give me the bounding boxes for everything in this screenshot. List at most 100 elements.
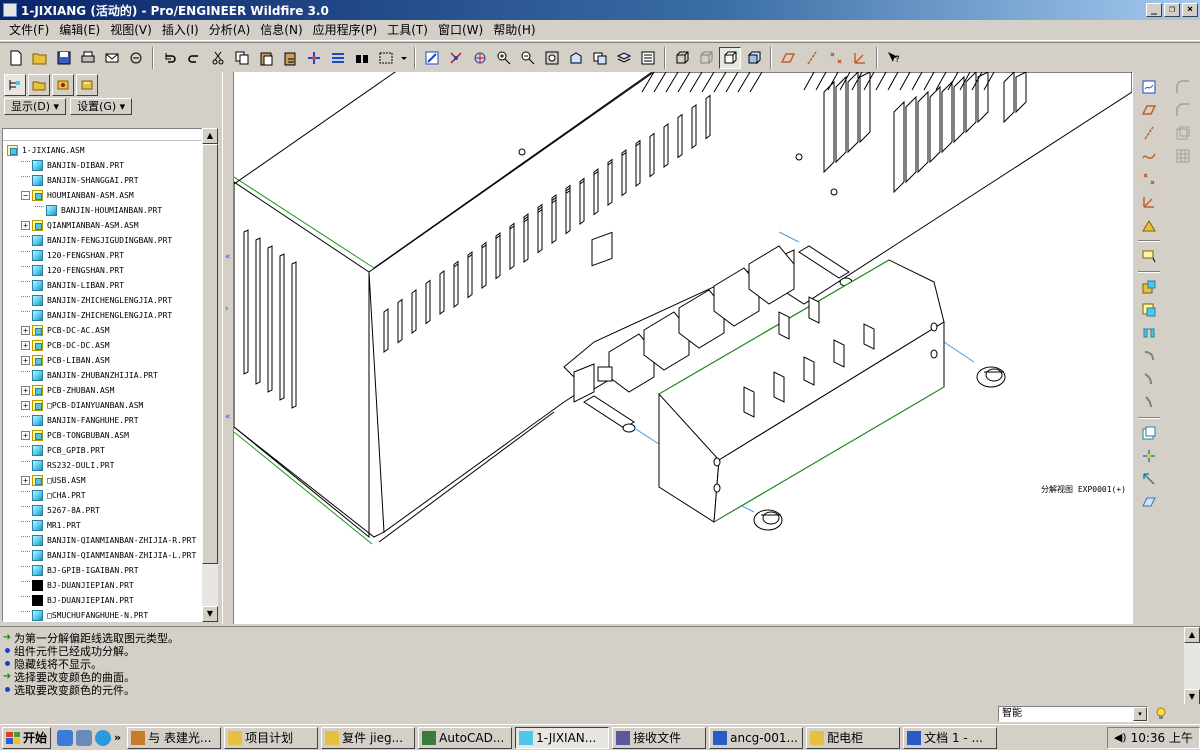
- find-icon[interactable]: [351, 47, 373, 69]
- tree-item[interactable]: + QIANMIANBAN-ASM.ASM: [3, 218, 203, 233]
- datum-points-icon[interactable]: [825, 47, 847, 69]
- repattern-icon[interactable]: [1138, 491, 1160, 513]
- tree-scrollbar[interactable]: ▲ ▼: [202, 128, 218, 622]
- blend-icon[interactable]: [1138, 391, 1160, 413]
- tree-item[interactable]: BANJIN-DIBAN.PRT: [3, 158, 203, 173]
- tree-item[interactable]: PCB_GPIB.PRT: [3, 443, 203, 458]
- refit-icon[interactable]: [541, 47, 563, 69]
- restore-button[interactable]: ❐: [1164, 3, 1180, 17]
- tree-expander-icon[interactable]: +: [21, 476, 30, 485]
- chevron-down-icon[interactable]: ▾: [1133, 707, 1147, 721]
- taskbar-button[interactable]: 1-JIXIAN...: [515, 726, 610, 749]
- sketch-icon[interactable]: [1138, 76, 1160, 98]
- zoom-in-icon[interactable]: [493, 47, 515, 69]
- extrude-icon[interactable]: [1138, 322, 1160, 344]
- menu-applications[interactable]: 应用程序(P): [308, 20, 383, 40]
- csys-tool-icon[interactable]: [1138, 191, 1160, 213]
- panel-splitter[interactable]: « › «: [222, 72, 234, 624]
- tree-item[interactable]: BJ-DUANJIEPIAN.PRT: [3, 578, 203, 593]
- tree-item[interactable]: 1-JIXIANG.ASM: [3, 143, 203, 158]
- sweep-icon[interactable]: [1138, 368, 1160, 390]
- favorites-tab[interactable]: [52, 74, 74, 96]
- no-hidden-icon[interactable]: [719, 46, 741, 69]
- tree-item[interactable]: + □USB.ASM: [3, 473, 203, 488]
- menu-help[interactable]: 帮助(H): [488, 20, 540, 40]
- collapse-arrow-icon[interactable]: «: [225, 252, 231, 262]
- datum-curve-icon[interactable]: [1138, 145, 1160, 167]
- component-create-icon[interactable]: [1138, 299, 1160, 321]
- new-icon[interactable]: [5, 47, 27, 69]
- show-dropdown[interactable]: 显示(D) ▾: [4, 97, 67, 115]
- tree-item[interactable]: BANJIN-LIBAN.PRT: [3, 278, 203, 293]
- shell-icon[interactable]: [1172, 122, 1194, 144]
- spin-center-icon[interactable]: [445, 47, 467, 69]
- tree-item[interactable]: BANJIN-FANGHUHE.PRT: [3, 413, 203, 428]
- tree-item[interactable]: BANJIN-ZHICHENGLENGJIA.PRT: [3, 308, 203, 323]
- redo-icon[interactable]: [183, 47, 205, 69]
- tree-item[interactable]: 5267-8A.PRT: [3, 503, 203, 518]
- tree-item[interactable]: 120-FENGSHAN.PRT: [3, 248, 203, 263]
- selection-filter[interactable]: 智能 ▾: [998, 706, 1148, 722]
- tree-expander-icon[interactable]: +: [21, 341, 30, 350]
- shading-icon[interactable]: [743, 47, 765, 69]
- move-icon[interactable]: [1138, 445, 1160, 467]
- tree-item[interactable]: 120-FENGSHAN.PRT: [3, 263, 203, 278]
- tree-expander-icon[interactable]: −: [21, 191, 30, 200]
- tree-item[interactable]: RS232-DULI.PRT: [3, 458, 203, 473]
- desktop-icon[interactable]: [76, 729, 93, 746]
- folder-browser-tab[interactable]: [28, 74, 50, 96]
- minimize-button[interactable]: _: [1146, 3, 1162, 17]
- chamfer-icon[interactable]: [1172, 99, 1194, 121]
- analysis-feature-icon[interactable]: [1138, 214, 1160, 236]
- scroll-up-button[interactable]: ▲: [202, 128, 218, 144]
- menu-insert[interactable]: 插入(I): [157, 20, 204, 40]
- tree-item[interactable]: BJ-GPIB-IGAIBAN.PRT: [3, 563, 203, 578]
- select-box-icon[interactable]: [375, 47, 397, 69]
- connections-tab[interactable]: [76, 74, 98, 96]
- component-add-icon[interactable]: [1138, 276, 1160, 298]
- hole-icon[interactable]: [1138, 422, 1160, 444]
- context-help-icon[interactable]: ?: [883, 47, 905, 69]
- settings-dropdown[interactable]: 设置(G) ▾: [70, 97, 133, 115]
- tree-item[interactable]: MR1.PRT: [3, 518, 203, 533]
- revolve-icon[interactable]: [1138, 345, 1160, 367]
- datum-axes-icon[interactable]: [801, 47, 823, 69]
- taskbar-button[interactable]: 与 表建光...: [127, 726, 222, 749]
- tree-expander-icon[interactable]: +: [21, 386, 30, 395]
- copy-icon[interactable]: [231, 47, 253, 69]
- scroll-down-button[interactable]: ▼: [202, 606, 218, 622]
- orient-mode-icon[interactable]: [469, 47, 491, 69]
- model-tree-tab[interactable]: [4, 74, 26, 96]
- paste-icon[interactable]: [255, 47, 277, 69]
- tree-item[interactable]: BANJIN-SHANGGAI.PRT: [3, 173, 203, 188]
- tree-item[interactable]: + □PCB-DIANYUANBAN.ASM: [3, 398, 203, 413]
- tree-item[interactable]: BANJIN-FENGJIGUDINGBAN.PRT: [3, 233, 203, 248]
- tree-expander-icon[interactable]: +: [21, 221, 30, 230]
- regenerate-icon[interactable]: [303, 47, 325, 69]
- taskbar-button[interactable]: 配电柜: [806, 726, 901, 749]
- tree-item[interactable]: BANJIN-ZHUBANZHIJIA.PRT: [3, 368, 203, 383]
- send-link-icon[interactable]: [125, 47, 147, 69]
- ie-icon[interactable]: [57, 729, 74, 746]
- tree-item[interactable]: + PCB-LIBAN.ASM: [3, 353, 203, 368]
- round-icon[interactable]: [1172, 76, 1194, 98]
- tree-expander-icon[interactable]: +: [21, 401, 30, 410]
- zoom-out-icon[interactable]: [517, 47, 539, 69]
- save-icon[interactable]: [53, 47, 75, 69]
- menu-tools[interactable]: 工具(T): [382, 20, 433, 40]
- regen-manager-icon[interactable]: [327, 47, 349, 69]
- wireframe-icon[interactable]: [671, 47, 693, 69]
- reorient-icon[interactable]: [565, 47, 587, 69]
- tree-item[interactable]: BJ-DUANJIEPIAN.PRT: [3, 593, 203, 608]
- tree-item[interactable]: + PCB-DC-DC.ASM: [3, 338, 203, 353]
- scroll-up-button[interactable]: ▲: [1184, 627, 1200, 643]
- graphics-window[interactable]: 分解视图 EXP0001(+): [234, 72, 1132, 624]
- scroll-thumb[interactable]: [202, 144, 218, 564]
- datum-csys-icon[interactable]: [849, 47, 871, 69]
- datum-plane-tool-icon[interactable]: [1138, 99, 1160, 121]
- print-icon[interactable]: [77, 47, 99, 69]
- taskbar-button[interactable]: 项目计划: [224, 726, 319, 749]
- taskbar-button[interactable]: 文档 1 - ...: [903, 726, 998, 749]
- repaint-icon[interactable]: [421, 47, 443, 69]
- saved-views-icon[interactable]: [589, 47, 611, 69]
